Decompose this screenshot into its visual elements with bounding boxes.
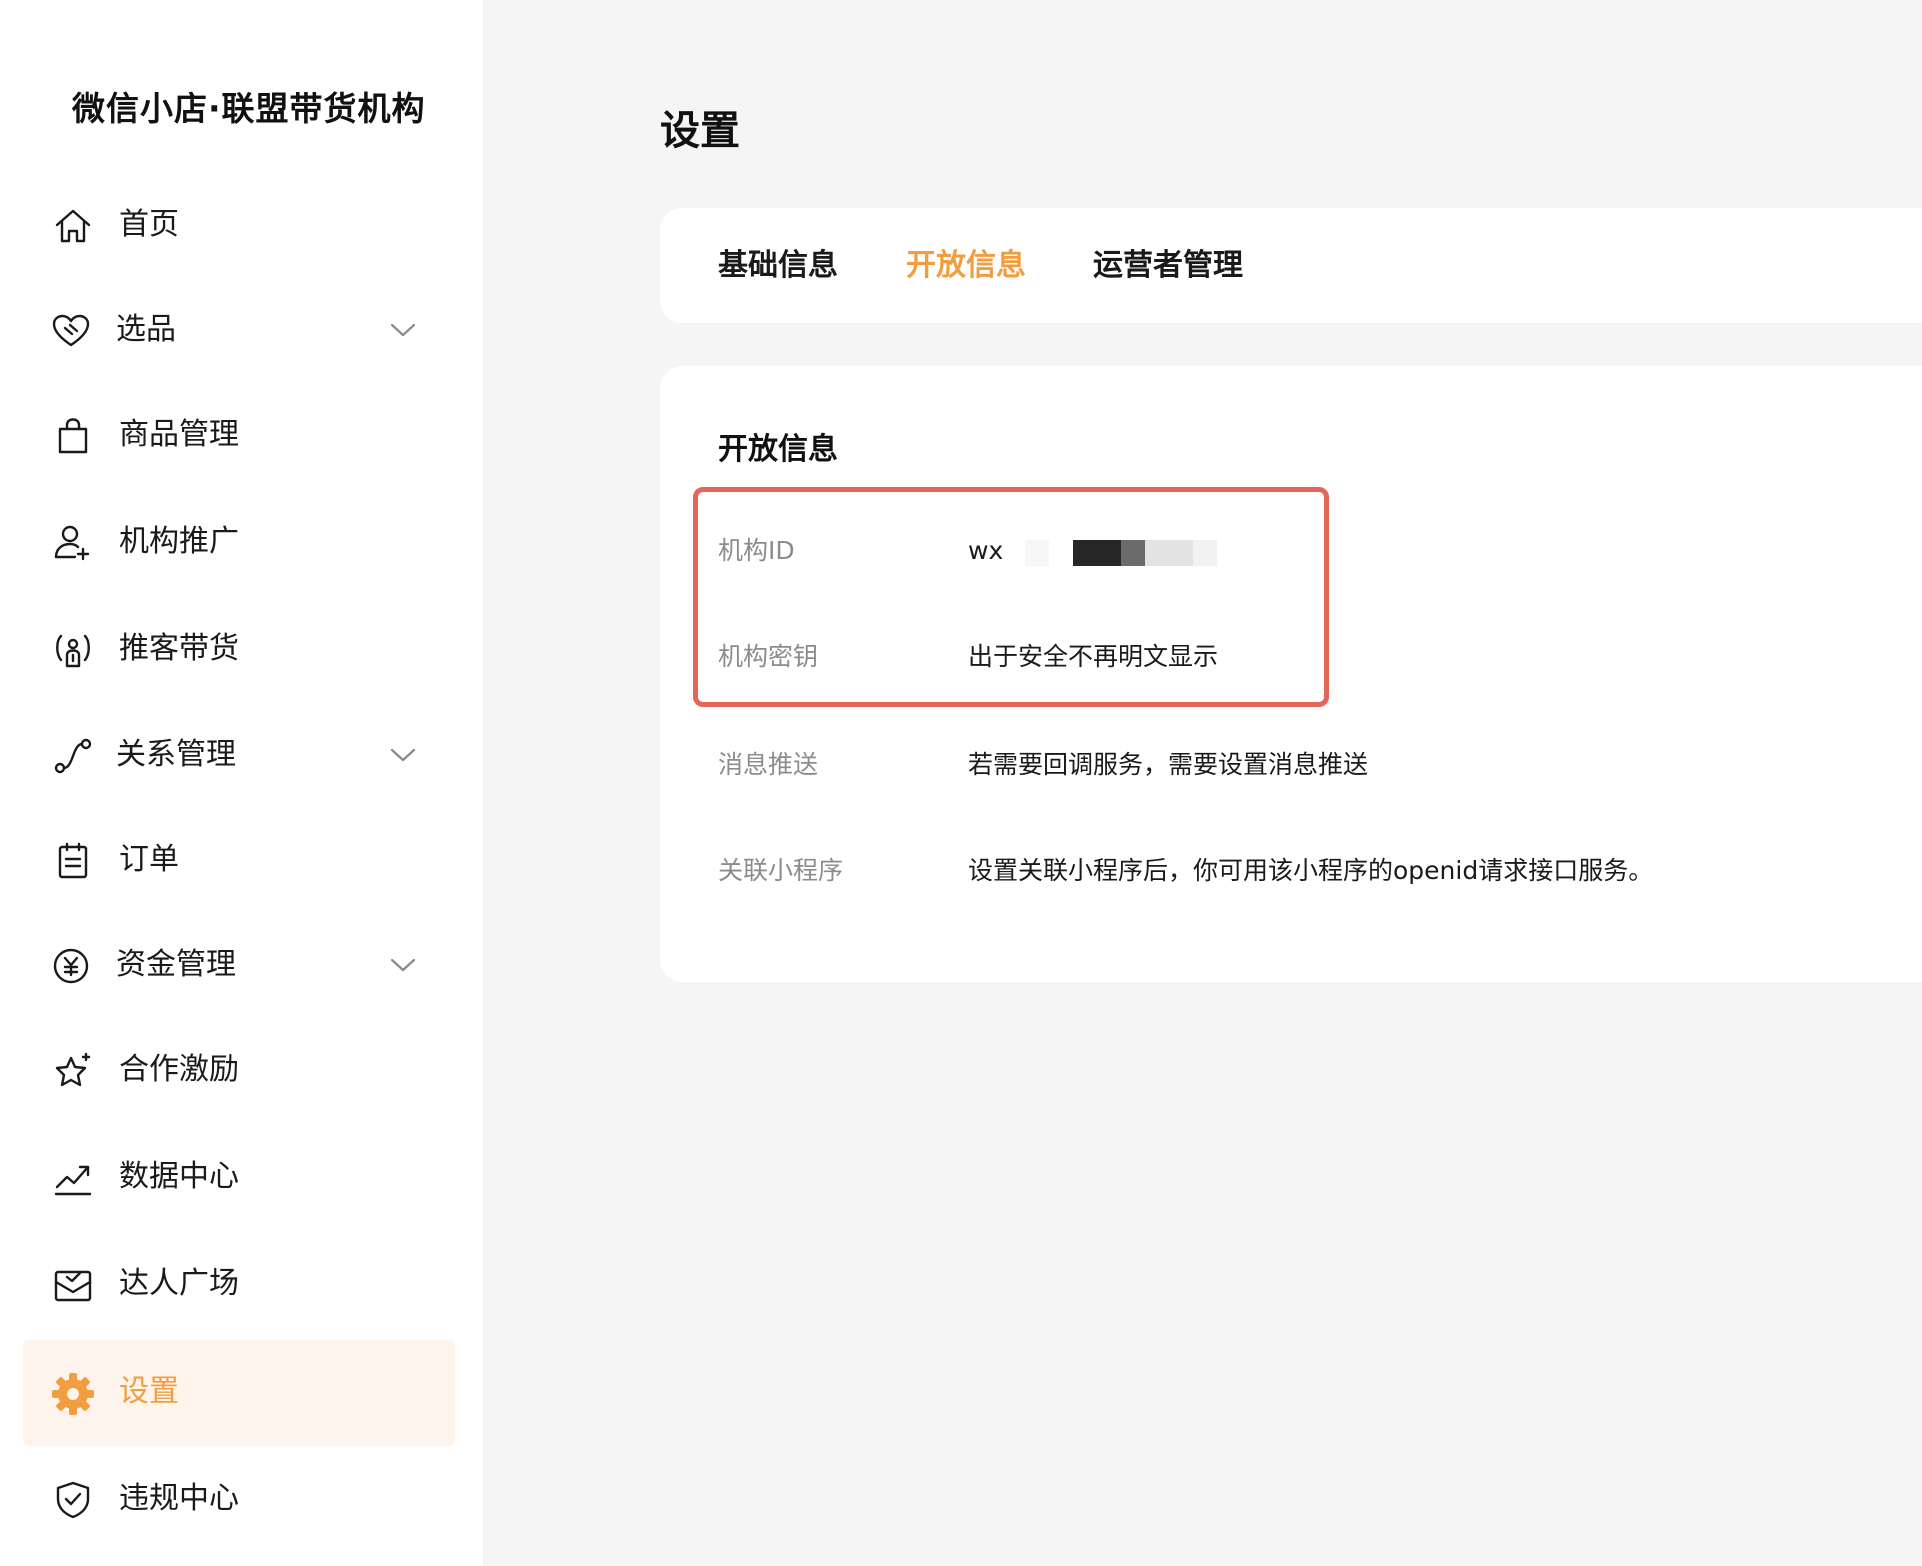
sidebar-item-product-selection[interactable]: 选品: [23, 278, 455, 384]
sidebar-item-settings[interactable]: 设置: [23, 1340, 455, 1446]
shield-check-icon: [53, 1480, 93, 1520]
broadcast-user-icon: [53, 630, 93, 670]
sidebar-item-violation-center[interactable]: 违规中心: [23, 1447, 455, 1553]
chevron-down-icon[interactable]: [389, 743, 417, 767]
sidebar-item-agency-promotion[interactable]: 机构推广: [23, 490, 455, 596]
linked-miniprogram-value: 设置关联小程序后，你可用该小程序的openid请求接口服务。: [968, 856, 1654, 885]
sidebar-item-cooperation-incentive[interactable]: 合作激励: [23, 1018, 455, 1124]
route-icon: [53, 736, 93, 776]
settings-tabs: 基础信息 开放信息 运营者管理: [660, 208, 1922, 323]
sidebar-item-promoter-sales[interactable]: 推客带货: [23, 597, 455, 703]
trend-chart-icon: [53, 1158, 93, 1198]
agency-id-label: 机构ID: [718, 536, 795, 565]
mail-check-icon: [53, 1265, 93, 1305]
agency-secret-label: 机构密钥: [718, 642, 819, 671]
yen-coin-icon: [51, 946, 91, 986]
sidebar-item-label: 达人广场: [119, 1266, 239, 1301]
chevron-down-icon[interactable]: [389, 953, 417, 977]
sidebar-item-label: 合作激励: [119, 1052, 239, 1087]
sidebar-item-home[interactable]: 首页: [23, 173, 455, 279]
sidebar-item-label: 推客带货: [119, 631, 239, 666]
redacted-mask: [1025, 540, 1225, 566]
shopping-bag-icon: [53, 416, 93, 456]
heart-tag-icon: [51, 311, 91, 351]
brand-title: 微信小店·联盟带货机构: [72, 89, 426, 128]
sidebar-item-fund-management[interactable]: 资金管理: [23, 913, 455, 1019]
sidebar-item-label: 选品: [116, 312, 176, 347]
message-push-label: 消息推送: [718, 750, 819, 779]
star-sparkle-icon: [53, 1051, 93, 1091]
sidebar-item-label: 商品管理: [119, 417, 239, 452]
sidebar-item-creator-square[interactable]: 达人广场: [23, 1232, 455, 1338]
tab-open-info[interactable]: 开放信息: [906, 246, 1026, 286]
sidebar-item-relationship-management[interactable]: 关系管理: [23, 703, 455, 809]
sidebar-item-data-center[interactable]: 数据中心: [23, 1125, 455, 1231]
gear-icon: [51, 1372, 95, 1416]
page-title: 设置: [660, 108, 740, 154]
sidebar-item-label: 设置: [119, 1374, 179, 1409]
agency-secret-value: 出于安全不再明文显示: [968, 642, 1219, 671]
user-plus-icon: [53, 523, 93, 563]
sidebar-item-label: 首页: [119, 207, 179, 242]
sidebar-item-label: 机构推广: [119, 524, 239, 559]
clipboard-icon: [53, 841, 93, 881]
tab-basic-info[interactable]: 基础信息: [718, 246, 838, 286]
sidebar-item-label: 数据中心: [119, 1159, 239, 1194]
tab-operator-management[interactable]: 运营者管理: [1093, 246, 1243, 286]
sidebar-item-label: 关系管理: [116, 737, 236, 772]
sidebar-item-product-management[interactable]: 商品管理: [23, 383, 455, 489]
highlight-annotation: [693, 487, 1329, 707]
message-push-value: 若需要回调服务，需要设置消息推送: [968, 750, 1369, 779]
sidebar: 微信小店·联盟带货机构 首页 选品 商品管理 机构推广 推客带货 关系管理 订单…: [0, 0, 483, 1566]
sidebar-item-orders[interactable]: 订单: [23, 808, 455, 914]
sidebar-item-label: 违规中心: [119, 1481, 239, 1516]
agency-id-value: wx: [968, 536, 1004, 565]
section-title: 开放信息: [718, 432, 838, 467]
chevron-down-icon[interactable]: [389, 318, 417, 342]
open-info-card: 开放信息 机构ID wx 机构密钥 出于安全不再明文显示 消息推送 若需要回调服…: [660, 366, 1922, 982]
home-icon: [53, 206, 93, 246]
sidebar-item-label: 订单: [119, 842, 179, 877]
sidebar-item-label: 资金管理: [116, 947, 236, 982]
linked-miniprogram-label: 关联小程序: [718, 856, 844, 885]
